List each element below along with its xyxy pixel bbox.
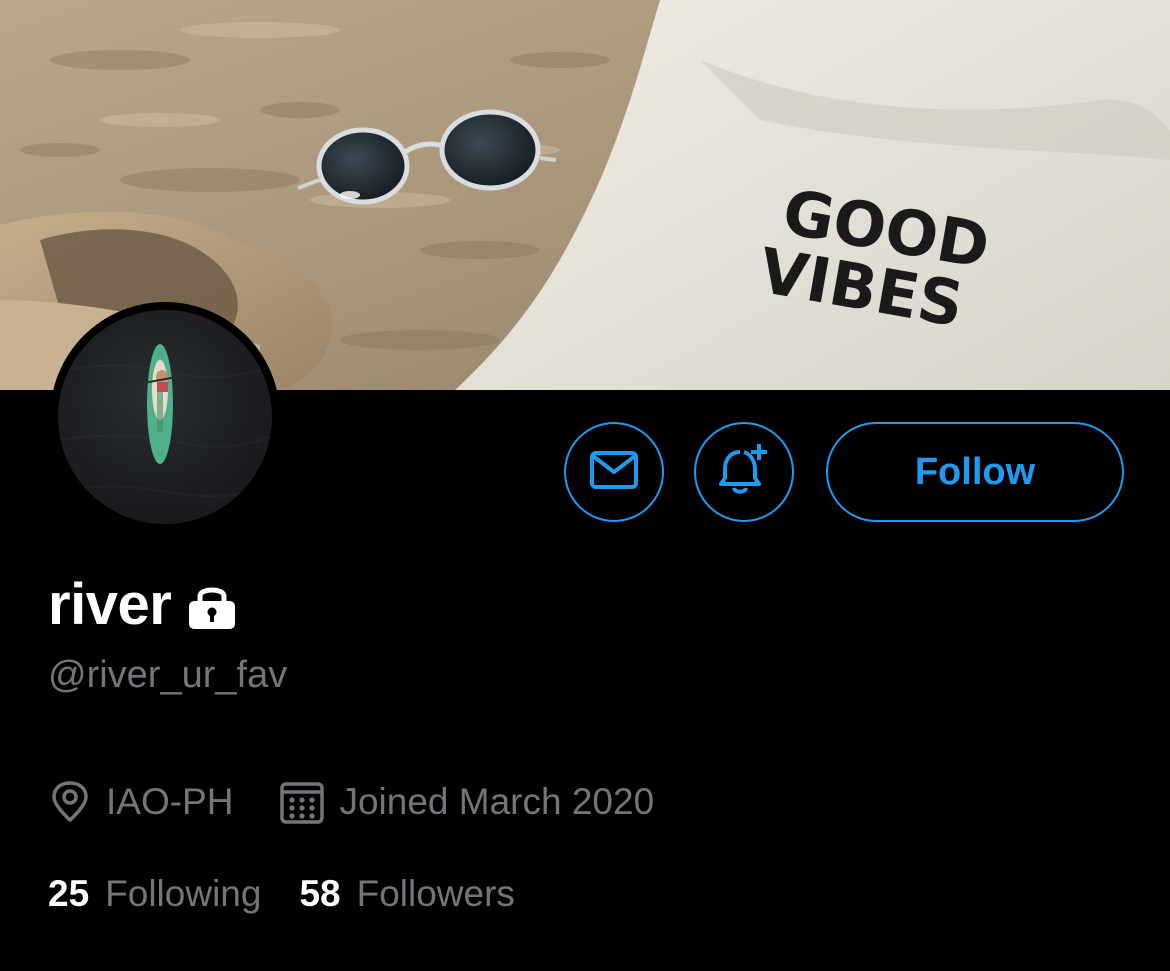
avatar[interactable] [50,302,280,532]
notify-button[interactable] [694,422,794,522]
followers-label: Followers [356,873,515,914]
profile-stats: 25 Following 58 Followers [48,866,515,922]
follow-button[interactable]: Follow [826,422,1124,522]
location-pin-icon [48,780,92,824]
calendar-icon [279,779,325,825]
following-link[interactable]: 25 Following [48,873,261,915]
lock-icon [187,584,237,630]
bell-plus-icon [716,442,772,503]
following-label: Following [105,873,262,914]
avatar-image [58,310,272,524]
following-count: 25 [48,873,90,914]
location: IAO-PH [48,780,233,824]
join-date: Joined March 2020 [279,779,654,825]
envelope-icon [589,450,639,495]
location-text: IAO-PH [106,781,234,822]
profile-handle: @river_ur_fav [48,654,288,696]
display-name: river [48,571,172,637]
join-date-text: Joined March 2020 [339,781,655,822]
followers-count: 58 [299,873,341,914]
followers-link[interactable]: 58 Followers [299,873,514,915]
profile-name-row: river [48,570,237,638]
profile-meta: IAO-PH Joined March 2020 [48,774,654,830]
message-button[interactable] [564,422,664,522]
